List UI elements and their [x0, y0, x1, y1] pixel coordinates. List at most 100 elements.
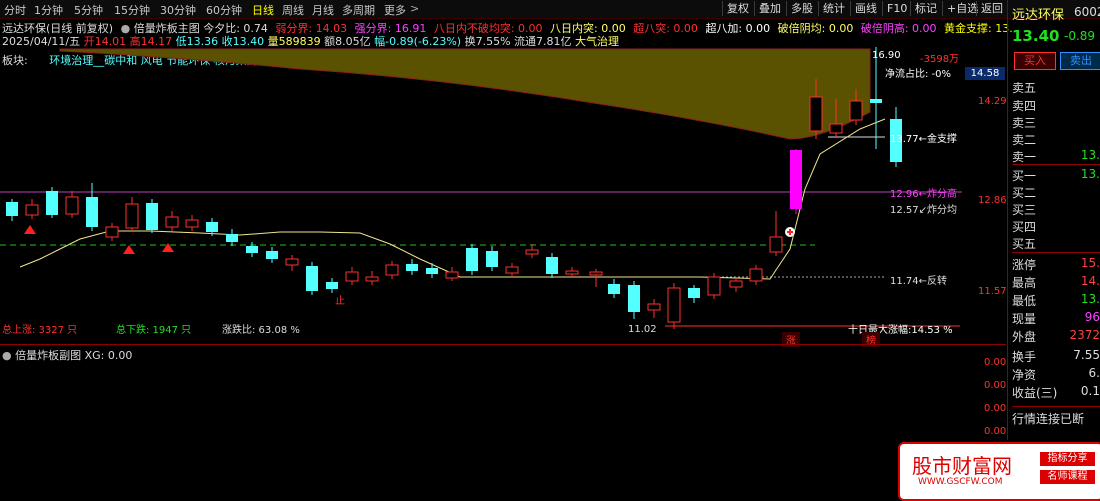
- button-statistics[interactable]: 统计: [818, 1, 849, 16]
- ask-row-3: 卖三: [1012, 116, 1037, 130]
- bid-row-5: 买五: [1012, 237, 1037, 251]
- tab-weekly[interactable]: 周线: [282, 2, 304, 18]
- triangle-up-icon: [123, 245, 135, 254]
- bid-1-price: 13.: [1080, 167, 1100, 181]
- stat-limit-up: 涨停 15.: [1012, 256, 1100, 272]
- tab-more[interactable]: 更多: [384, 2, 406, 18]
- watermark-tag-2: 名师课程: [1040, 470, 1095, 484]
- up-down-ratio: 涨跌比: 63.08 %: [222, 325, 300, 336]
- candle-body: [65, 196, 79, 215]
- candle-body: [608, 284, 620, 294]
- button-overlay[interactable]: 叠加: [754, 1, 785, 16]
- stat-low: 最低 13.: [1012, 292, 1100, 308]
- bid-row-2: 买二: [1012, 186, 1037, 200]
- candle-body: [870, 99, 882, 103]
- orderbook-divider: [1012, 164, 1100, 165]
- tab-30min[interactable]: 30分钟: [160, 2, 196, 18]
- total-down: 总下跌: 1947 只: [116, 325, 192, 336]
- stat-current-volume: 现量 96: [1012, 310, 1100, 326]
- triangle-up-icon: [162, 243, 174, 252]
- stat-net-assets: 净资 6.: [1012, 366, 1100, 382]
- tab-daily[interactable]: 日线: [252, 2, 274, 18]
- moving-average-line: [19, 118, 886, 280]
- pane-divider: [0, 344, 1006, 345]
- button-draw-line[interactable]: 画线: [850, 1, 881, 16]
- gold-support-annotation: 13.77←金支撑: [890, 134, 958, 145]
- candle-body: [647, 303, 661, 311]
- low-mark: 11.02: [628, 324, 657, 335]
- tab-multi-period[interactable]: 多周期: [342, 2, 375, 18]
- button-f10[interactable]: F10: [882, 1, 911, 16]
- button-restore-rights[interactable]: 复权: [722, 1, 753, 16]
- candle-body: [125, 203, 139, 229]
- candle-body: [105, 226, 119, 238]
- tab-1min[interactable]: 1分钟: [34, 2, 63, 18]
- sub-y-tick-1: 0.00: [984, 357, 1007, 368]
- candle-body: [809, 96, 823, 132]
- candle-body: [505, 266, 519, 274]
- tab-time-share[interactable]: 分时: [4, 2, 26, 18]
- quote-change: -0.89: [1064, 29, 1096, 43]
- y-tick-1: 14.29: [978, 96, 1007, 107]
- quote-panel: 远达环保 6002 13.40 -0.89 买入 卖出 卖五 卖四 卖三 卖二 …: [1007, 0, 1100, 440]
- inflow-label: 16.90: [872, 50, 901, 61]
- stat-high: 最高 14.: [1012, 274, 1100, 290]
- current-price-marker: 14.58: [965, 67, 1005, 80]
- bid-row-4: 买四: [1012, 220, 1037, 234]
- net-flow-ratio: 净流占比: -0%: [885, 69, 952, 80]
- bid-row-1: 买一 13.: [1012, 167, 1100, 183]
- ask-1-price: 13.: [1080, 148, 1100, 162]
- candle-body: [86, 197, 98, 227]
- button-back[interactable]: 返回: [976, 1, 1007, 16]
- reversal-annotation: 11.74←反转: [890, 276, 948, 287]
- candle-body: [266, 251, 278, 259]
- quote-stock-code: 6002: [1074, 5, 1100, 19]
- fried-avg-annotation: 12.57↙炸分均: [890, 205, 958, 216]
- candle-body: [406, 264, 418, 271]
- y-tick-2: 12.86: [978, 195, 1007, 206]
- watermark-tag-1: 指标分享: [1040, 452, 1095, 466]
- tab-15min[interactable]: 15分钟: [114, 2, 150, 18]
- quote-stock-name: 远达环保: [1012, 8, 1065, 23]
- sub-y-tick-4: 0.00: [984, 426, 1007, 437]
- tab-60min[interactable]: 60分钟: [206, 2, 242, 18]
- stat-turnover: 换手 7.55: [1012, 348, 1100, 364]
- candle-body: [326, 282, 338, 289]
- chevron-right-icon[interactable]: >: [410, 2, 419, 15]
- ask-row-2: 卖二: [1012, 133, 1037, 147]
- candle-body: [667, 287, 681, 323]
- buy-button[interactable]: 买入: [1014, 52, 1056, 70]
- bid-row-3: 买三: [1012, 203, 1037, 217]
- candle-body: [849, 100, 863, 121]
- period-toolbar: 分时 1分钟 5分钟 15分钟 30分钟 60分钟 日线 周线 月线 多周期 更…: [0, 0, 1100, 19]
- candle-body: [6, 202, 18, 216]
- candle-body: [226, 234, 238, 242]
- candle-body: [426, 268, 438, 274]
- candle-body: [628, 285, 640, 312]
- candle-body: [445, 271, 459, 279]
- fried-high-annotation: 12.96←炸分高: [890, 189, 958, 200]
- button-mark[interactable]: 标记: [910, 1, 941, 16]
- tab-5min[interactable]: 5分钟: [74, 2, 103, 18]
- candle-body: [466, 248, 478, 271]
- watermark-logo: 股市财富网 指标分享 名师课程 WWW.GSCFW.COM: [898, 442, 1100, 501]
- sell-button[interactable]: 卖出: [1060, 52, 1100, 70]
- button-multi-stock[interactable]: 多股: [786, 1, 817, 16]
- sub-y-tick-2: 0.00: [984, 380, 1007, 391]
- candle-body: [246, 246, 258, 253]
- candlestick-chart[interactable]: [0, 19, 1006, 344]
- candle-body: [525, 249, 539, 255]
- candle-body: [285, 258, 299, 266]
- candle-body: [565, 270, 579, 275]
- total-up: 总上涨: 3327 只: [2, 325, 78, 336]
- candle-body: [790, 150, 802, 209]
- candle-body: [25, 204, 39, 216]
- stop-tag: 止: [335, 296, 345, 307]
- sub-chart-title[interactable]: 倍量炸板副图 XG: 0.00: [15, 349, 132, 362]
- watermark-title: 股市财富网: [912, 454, 1012, 478]
- candle-body: [306, 266, 318, 291]
- tab-monthly[interactable]: 月线: [312, 2, 334, 18]
- candle-body: [365, 276, 379, 282]
- stat-earnings: 收益(三) 0.1: [1012, 384, 1100, 400]
- sub-gear-icon[interactable]: ●: [2, 349, 12, 362]
